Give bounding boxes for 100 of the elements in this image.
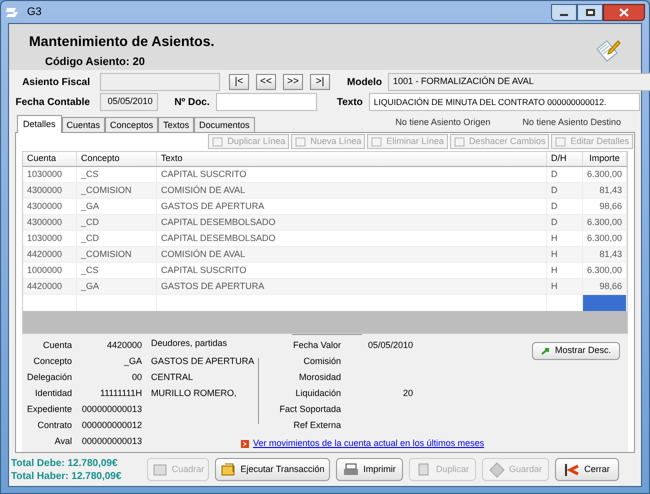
table-cell: _CS [77, 167, 157, 182]
origin-note: No tiene Asiento Origen [395, 116, 490, 129]
table-cell: COMISIÓN DE AVAL [157, 183, 547, 198]
table-cell: 4300000 [23, 199, 77, 214]
table-cell: 81,43 [583, 183, 627, 198]
detail-label: Contrato [36, 419, 72, 432]
field-label: Nº Doc. [173, 96, 210, 110]
table-cell: H [547, 247, 583, 262]
table-cell: 1030000 [23, 167, 77, 182]
table-cell: COMISIÓN DE AVAL [157, 247, 547, 262]
table-cell: 6.300,00 [582, 231, 628, 246]
table-cell: 4300000 [23, 183, 77, 198]
table-cell: 1000000 [23, 263, 77, 278]
field-label: Modelo [346, 76, 382, 90]
table-cell: D [546, 167, 583, 182]
table-cell: GASTOS DE APERTURA [157, 279, 547, 294]
table-cell: 6.300,00 [582, 215, 628, 230]
table-cell: CAPITAL SUSCRITO [157, 167, 547, 182]
navigation-button[interactable]: >| [310, 74, 330, 90]
column-header[interactable]: Texto [157, 152, 547, 166]
column-header[interactable]: Concepto [77, 152, 157, 166]
field-label: Asiento Fiscal [21, 76, 90, 90]
detail-label: Aval [54, 435, 72, 448]
tab[interactable]: Conceptos [105, 117, 158, 132]
detail-label: Liquidación [294, 387, 341, 400]
account-movements-link[interactable]: Ver movimientos de la cuenta actual en los últimos meses [241, 437, 484, 450]
description-text: Deudores, partidas [151, 337, 228, 350]
detail-value: 11111111H [99, 387, 142, 400]
field-label: Fecha Contable [14, 96, 90, 110]
input-field[interactable]: LIQUIDACIÓN DE MINUTA DEL CONTRATO 000000000012. [368, 93, 640, 111]
description-text: MURILLO ROMERO, [151, 387, 238, 400]
detail-label: Morosidad [298, 371, 341, 384]
table-cell: 1030000 [23, 231, 77, 246]
detail-value: 000000000013 [80, 435, 142, 448]
table-cell: D [546, 215, 583, 230]
show-description-button[interactable]: Mostrar Desc. [532, 342, 620, 360]
detail-label: Identidad [34, 387, 72, 400]
detail-label: Cuenta [42, 339, 72, 352]
table-cell: H [546, 231, 583, 246]
table-cell: 4420000 [23, 279, 77, 294]
total-text: Total Haber: 12.780,09€ [11, 470, 122, 482]
tab[interactable]: Documentos [194, 117, 255, 132]
action-button[interactable]: Cerrar [555, 458, 619, 481]
navigation-button[interactable]: |< [229, 74, 249, 90]
detail-value: 000000000013 [80, 403, 142, 416]
description-text: GASTOS DE APERTURA [151, 355, 256, 368]
table-cell: 98,66 [583, 199, 627, 214]
table-cell: _GA [77, 279, 157, 294]
table-cell: _CS [77, 263, 157, 278]
column-header[interactable]: Importe [583, 152, 627, 166]
action-button[interactable]: Imprimir [336, 458, 403, 481]
table-cell: 81,43 [583, 247, 627, 262]
entry-code: Código Asiento: 20 [45, 55, 146, 70]
table-cell: GASTOS DE APERTURA [157, 199, 547, 214]
detail-label: Concepto [32, 355, 72, 368]
column-header[interactable]: D/H [547, 152, 583, 166]
table-cell: CAPITAL DESEMBOLSADO [157, 231, 547, 246]
table-cell: 4300000 [23, 215, 77, 230]
table-cell: _CD [77, 231, 157, 246]
detail-label: Fact Soportada [278, 403, 341, 416]
table-cell: _GA [77, 199, 157, 214]
table-cell: _COMISION [77, 183, 157, 198]
total-text: Total Debe: 12.780,09€ [11, 456, 119, 470]
table-cell: H [546, 263, 583, 278]
page-title: Mantenimiento de Asientos. [29, 32, 214, 51]
table-cell: 98,66 [583, 279, 627, 294]
table-cell: D [547, 199, 583, 214]
detail-value: 00 [130, 371, 142, 384]
table-cell: CAPITAL DESEMBOLSADO [157, 215, 547, 230]
navigation-button[interactable]: << [256, 74, 276, 90]
tab[interactable]: Detalles [17, 115, 62, 133]
detail-value: 05/05/2010 [366, 339, 413, 352]
detail-value: 20 [402, 387, 413, 400]
input-field[interactable]: 1001 - FORMALIZACIÓN DE AVAL [388, 73, 650, 91]
detail-value: 4420000 [106, 339, 142, 352]
table-cell: 6.300,00 [582, 167, 628, 182]
window-title: G3 [27, 4, 42, 20]
detail-label: Fecha Valor [292, 339, 341, 352]
action-button[interactable]: Ejecutar Transacción [215, 458, 330, 481]
detail-value: _GA [122, 355, 142, 368]
detail-label: Delegación [26, 371, 72, 384]
detail-label: Expediente [26, 403, 72, 416]
table-cell: CAPITAL SUSCRITO [157, 263, 547, 278]
table-cell: H [547, 279, 583, 294]
tab[interactable]: Textos [158, 117, 194, 132]
table-cell: D [547, 183, 583, 198]
column-header[interactable]: Cuenta [23, 152, 77, 166]
tab[interactable]: Cuentas [62, 117, 106, 132]
detail-label: Comisión [302, 355, 341, 368]
destination-note: No tiene Asiento Destino [522, 116, 621, 128]
field-label: Texto [336, 96, 363, 110]
navigation-button[interactable]: >> [283, 74, 303, 90]
input-field[interactable]: 05/05/2010 [100, 93, 158, 111]
description-text: CENTRAL [151, 371, 194, 384]
table-cell: _COMISION [77, 247, 157, 262]
detail-label: Ref Externa [292, 419, 341, 432]
detail-value: 000000000012 [80, 419, 142, 432]
table-cell: 4420000 [23, 247, 77, 262]
table-cell: _CD [77, 215, 157, 230]
table-cell: 6.300,00 [582, 263, 628, 278]
